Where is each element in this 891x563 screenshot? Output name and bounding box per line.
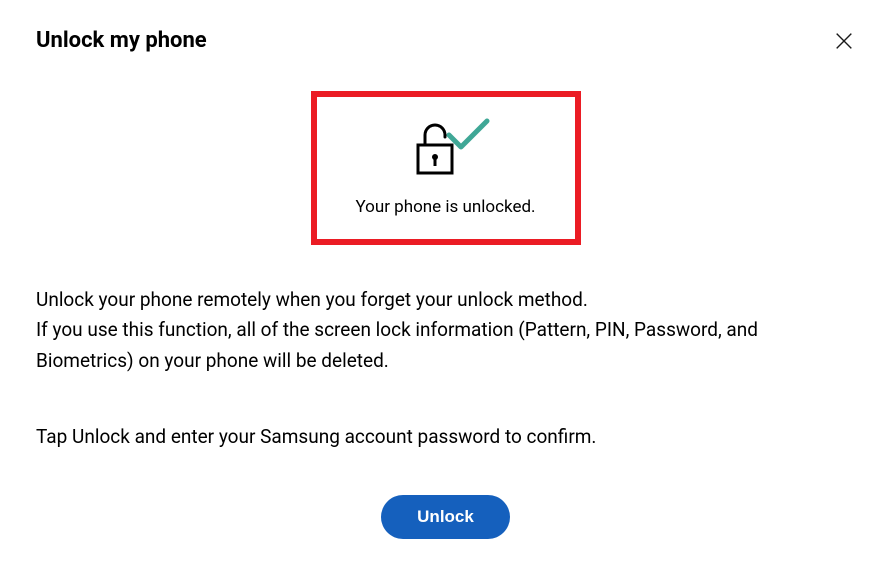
- page-title: Unlock my phone: [36, 28, 207, 53]
- status-message: Your phone is unlocked.: [327, 197, 565, 217]
- unlock-button[interactable]: Unlock: [381, 495, 510, 539]
- status-highlight-box: Your phone is unlocked.: [311, 91, 581, 245]
- dialog-header: Unlock my phone: [0, 0, 891, 63]
- button-row: Unlock: [36, 495, 855, 539]
- unlocked-check-icon: [401, 115, 491, 179]
- description-text: Unlock your phone remotely when you forg…: [36, 285, 855, 376]
- instruction-text: Tap Unlock and enter your Samsung accoun…: [36, 422, 855, 452]
- close-icon[interactable]: [833, 30, 855, 52]
- dialog-content: Unlock your phone remotely when you forg…: [0, 285, 891, 539]
